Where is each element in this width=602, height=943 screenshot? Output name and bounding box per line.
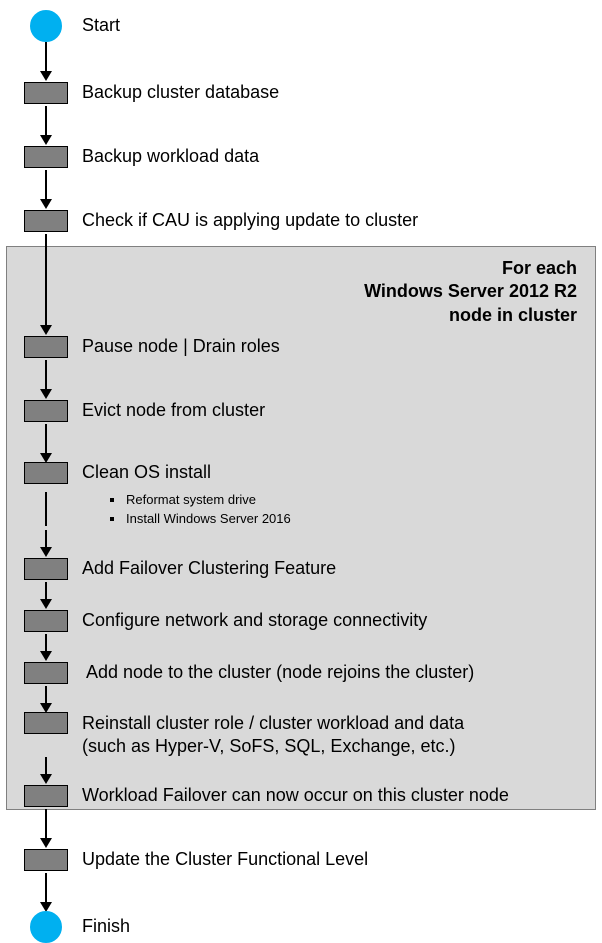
step-label: Evict node from cluster: [82, 400, 265, 422]
process-rect: [24, 146, 68, 168]
step-add-failover: Add Failover Clustering Feature: [24, 556, 602, 582]
step-add-node: Add node to the cluster (node rejoins th…: [24, 660, 602, 686]
step-label: Backup cluster database: [82, 82, 279, 104]
connector: [24, 530, 602, 556]
bullet-text: Reformat system drive: [126, 492, 256, 507]
connector-long: [24, 234, 602, 334]
step-label-line: (such as Hyper-V, SoFS, SQL, Exchange, e…: [82, 735, 464, 758]
step-label: Pause node | Drain roles: [82, 336, 280, 358]
connector: [24, 42, 602, 80]
process-rect: [24, 82, 68, 104]
step-label: Workload Failover can now occur on this …: [82, 785, 509, 807]
step-update-cluster-level: Update the Cluster Functional Level: [24, 847, 602, 873]
step-label-multi: Reinstall cluster role / cluster workloa…: [82, 712, 464, 757]
flowchart: For each Windows Server 2012 R2 node in …: [0, 0, 602, 943]
connector: [24, 686, 602, 712]
step-pause-drain: Pause node | Drain roles: [24, 334, 602, 360]
process-rect: [24, 336, 68, 358]
step-clean-install: Clean OS install: [24, 462, 602, 488]
process-rect: [24, 712, 68, 734]
step-check-cau: Check if CAU is applying update to clust…: [24, 208, 602, 234]
step-configure-net: Configure network and storage connectivi…: [24, 608, 602, 634]
finish-circle: [30, 911, 62, 943]
process-rect: [24, 210, 68, 232]
step-label: Update the Cluster Functional Level: [82, 849, 368, 871]
connector: [24, 360, 602, 398]
process-rect: [24, 610, 68, 632]
step-label: Add Failover Clustering Feature: [82, 558, 336, 580]
step-label-line: Reinstall cluster role / cluster workloa…: [82, 712, 464, 735]
process-rect: [24, 462, 68, 484]
bullet-item: Reformat system drive: [110, 492, 602, 507]
start-node: Start: [24, 10, 602, 42]
step-label: Add node to the cluster (node rejoins th…: [86, 662, 474, 684]
step-label: Configure network and storage connectivi…: [82, 610, 427, 632]
connector: [24, 873, 602, 911]
connector: [24, 582, 602, 608]
step-label: Backup workload data: [82, 146, 259, 168]
step-evict: Evict node from cluster: [24, 398, 602, 424]
finish-label: Finish: [82, 916, 130, 938]
connector: [24, 170, 602, 208]
step-bullets: Reformat system drive Install Windows Se…: [110, 492, 602, 526]
step-label: Check if CAU is applying update to clust…: [82, 210, 418, 232]
start-label: Start: [82, 15, 120, 37]
connector: [24, 757, 602, 783]
process-rect: [24, 662, 68, 684]
start-circle: [30, 10, 62, 42]
finish-node: Finish: [24, 911, 602, 943]
bullet-text: Install Windows Server 2016: [126, 511, 291, 526]
connector: [24, 106, 602, 144]
bullet-item: Install Windows Server 2016: [110, 511, 602, 526]
process-rect: [24, 785, 68, 807]
process-rect: [24, 849, 68, 871]
connector: [24, 809, 602, 847]
step-backup-workload: Backup workload data: [24, 144, 602, 170]
step-reinstall-role: Reinstall cluster role / cluster workloa…: [24, 712, 602, 757]
step-backup-db: Backup cluster database: [24, 80, 602, 106]
step-failover-ok: Workload Failover can now occur on this …: [24, 783, 602, 809]
step-label: Clean OS install: [82, 462, 211, 484]
process-rect: [24, 558, 68, 580]
connector: [24, 424, 602, 462]
process-rect: [24, 400, 68, 422]
connector: [24, 634, 602, 660]
